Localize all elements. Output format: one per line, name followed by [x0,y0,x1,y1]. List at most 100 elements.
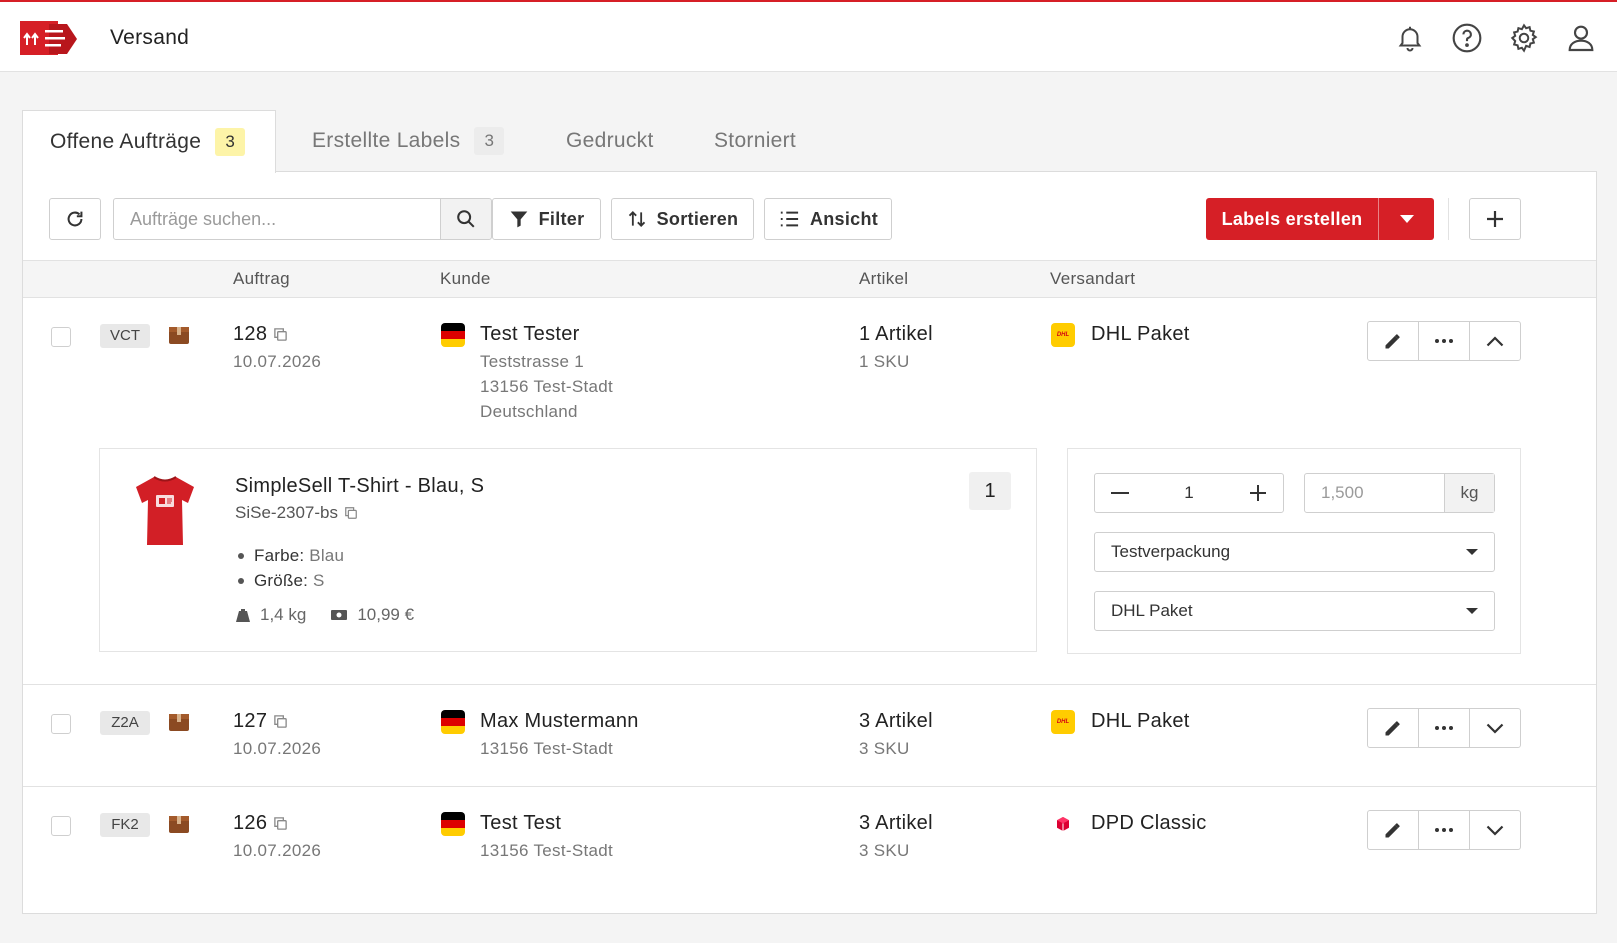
decrement-button[interactable] [1095,492,1145,494]
shipping-config-card: 1 1,500 kg Testverpackung DHL Paket [1067,448,1521,654]
order-code-badge: VCT [100,324,150,348]
weight-icon [236,609,250,622]
more-button[interactable] [1418,322,1469,360]
package-count-value[interactable]: 1 [1145,483,1233,503]
sort-button[interactable]: Sortieren [611,198,754,240]
sort-button-label: Sortieren [656,208,739,229]
table-header: Auftrag Kunde Artikel Versandart [23,260,1596,298]
open-orders-count-badge: 3 [215,128,246,156]
table-row[interactable]: Z2A 127 10.07.2026 Max Mustermann 13156 … [23,685,1596,786]
more-button[interactable] [1418,709,1469,747]
more-button[interactable] [1418,811,1469,849]
edit-button[interactable] [1368,811,1418,849]
weight-input[interactable]: 1,500 [1305,483,1444,503]
help-icon[interactable] [1451,22,1483,54]
caret-down-icon [1399,215,1414,223]
copy-icon[interactable] [273,327,288,342]
app-logo[interactable] [19,18,79,60]
column-header-shipping[interactable]: Versandart [1050,269,1135,289]
order-number: 127 [233,710,268,732]
row-checkbox[interactable] [51,327,71,347]
edit-button[interactable] [1368,709,1418,747]
flag-germany-icon [441,812,465,836]
top-bar: Versand [0,0,1617,72]
product-sku-cell: SiSe-2307-bs [235,503,358,523]
copy-icon[interactable] [344,506,358,520]
table-row[interactable]: VCT 128 10.07.2026 Test Tester Teststras… [23,298,1596,684]
customer-name: Max Mustermann [480,710,639,732]
tab-cancelled-label: Storniert [714,129,797,152]
gear-icon[interactable] [1508,22,1540,54]
pencil-icon [1385,334,1400,349]
add-order-button[interactable] [1469,198,1521,240]
column-header-customer[interactable]: Kunde [440,269,491,289]
orders-panel: Filter Sortieren Ansicht Labels erstelle… [22,171,1597,914]
row-checkbox[interactable] [51,816,71,836]
order-number: 126 [233,812,268,834]
tab-created-labels[interactable]: Erstellte Labels 3 [312,110,505,172]
column-header-articles[interactable]: Artikel [859,269,908,289]
copy-icon[interactable] [273,714,288,729]
increment-button[interactable] [1233,484,1283,502]
caret-down-icon [1466,549,1478,555]
tab-printed[interactable]: Gedruckt [566,110,654,172]
dhl-icon: DHL [1051,323,1075,347]
minus-icon [1111,492,1129,494]
tab-created-labels-label: Erstellte Labels [312,129,461,152]
dpd-icon [1051,812,1075,836]
order-date: 10.07.2026 [233,841,322,860]
more-icon [1435,339,1453,343]
edit-button[interactable] [1368,322,1418,360]
attribute-value: Blau [309,545,345,565]
money-icon [331,610,348,620]
view-button[interactable]: Ansicht [764,198,892,240]
product-weight: 1,4 kg [260,605,307,624]
copy-icon[interactable] [273,816,288,831]
refresh-icon [67,211,83,227]
create-labels-label: Labels erstellen [1221,208,1363,229]
sku-count: 3 SKU [859,841,910,860]
toolbar-separator [1448,198,1449,240]
sort-icon [628,211,645,227]
package-count-stepper[interactable]: 1 [1094,473,1284,513]
refresh-button[interactable] [49,198,101,240]
attribute-value: S [313,570,325,590]
filter-button[interactable]: Filter [492,198,601,240]
attribute-item: Größe: S [235,568,344,593]
flag-germany-icon [441,710,465,734]
bell-icon[interactable] [1394,22,1426,54]
row-actions [1367,810,1521,850]
product-meta: 1,4 kg 10,99 € [235,605,414,625]
search-button[interactable] [440,198,492,240]
packaging-select[interactable]: Testverpackung [1094,532,1495,572]
product-image[interactable] [130,473,200,549]
create-labels-dropdown-toggle[interactable] [1379,214,1434,224]
column-header-order[interactable]: Auftrag [233,269,290,289]
customer-address-city: 13156 Test-Stadt [480,377,614,396]
weight-field: 1,500 kg [1304,473,1495,513]
tab-cancelled[interactable]: Storniert [714,110,796,172]
user-icon[interactable] [1565,22,1597,54]
filter-icon [510,211,527,228]
article-count: 1 Artikel [859,323,933,345]
plus-icon [1250,485,1266,501]
order-code-badge: Z2A [100,711,150,735]
create-labels-button[interactable]: Labels erstellen [1206,198,1434,240]
package-icon [169,816,189,833]
search-input[interactable] [113,198,441,240]
row-actions [1367,321,1521,361]
sku-count: 3 SKU [859,739,910,758]
customer-name: Test Test [480,812,562,834]
expand-button[interactable] [1469,709,1520,747]
attribute-key: Größe: [254,570,309,590]
shipping-method-select[interactable]: DHL Paket [1094,591,1495,631]
pencil-icon [1385,721,1400,736]
tab-open-orders[interactable]: Offene Aufträge 3 [22,110,276,173]
table-row[interactable]: FK2 126 10.07.2026 Test Test 13156 Test-… [23,787,1596,888]
expand-button[interactable] [1469,811,1520,849]
product-sku: SiSe-2307-bs [235,503,339,522]
collapse-button[interactable] [1469,322,1520,360]
row-checkbox[interactable] [51,714,71,734]
order-number-cell: 128 [233,323,288,346]
article-count: 3 Artikel [859,812,933,834]
